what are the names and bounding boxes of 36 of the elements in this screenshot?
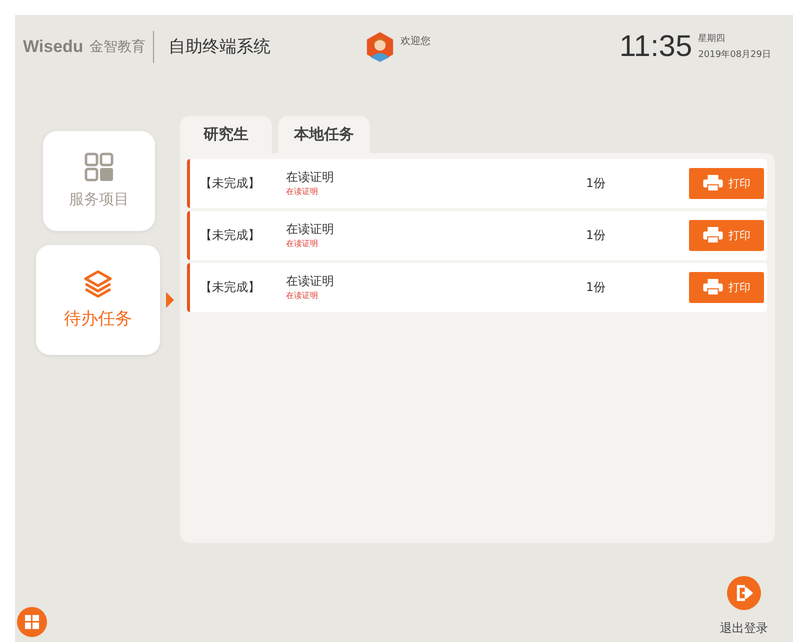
- brand-name: 金智教育: [89, 38, 146, 56]
- layers-icon: [83, 269, 113, 300]
- avatar-icon: [366, 32, 394, 62]
- sidebar-item[interactable]: 服务项目: [43, 130, 155, 231]
- print-button[interactable]: 打印: [689, 220, 764, 251]
- system-title: 自助终端系统: [168, 36, 270, 58]
- logout-button[interactable]: 退出登录: [720, 576, 768, 637]
- brand-logo: Wisedu: [23, 36, 84, 57]
- printer-icon: [702, 175, 722, 192]
- sidebar-item[interactable]: 待办任务: [36, 244, 160, 355]
- task-title: 在读证明: [286, 221, 335, 238]
- task-subtitle: 在读证明: [286, 238, 319, 250]
- status-text: 【未完成】: [199, 174, 261, 192]
- tab[interactable]: 研究生: [180, 116, 272, 153]
- task-title: 在读证明: [286, 273, 335, 290]
- task-subtitle: 在读证明: [286, 290, 319, 302]
- grid-icon: [84, 152, 114, 182]
- status-text: 【未完成】: [199, 226, 261, 244]
- copies-text: 1份: [586, 278, 607, 296]
- copies-text: 1份: [586, 226, 607, 244]
- windows-icon[interactable]: [17, 607, 47, 637]
- copies-text: 1份: [586, 174, 607, 192]
- printer-icon: [702, 227, 722, 244]
- clock-time: 11:35: [619, 30, 692, 64]
- date-text: 2019年08月29日: [698, 48, 771, 62]
- exit-icon: [727, 576, 761, 610]
- task-title: 在读证明: [286, 169, 335, 186]
- print-button[interactable]: 打印: [689, 272, 764, 303]
- printer-icon: [702, 279, 722, 296]
- weekday-text: 星期四: [698, 32, 726, 46]
- print-button[interactable]: 打印: [689, 168, 764, 199]
- pointer-icon: [166, 292, 174, 308]
- tab[interactable]: 本地任务: [278, 116, 370, 153]
- task-subtitle: 在读证明: [286, 186, 319, 198]
- status-text: 【未完成】: [199, 278, 261, 296]
- welcome-text: 欢迎您: [400, 34, 430, 48]
